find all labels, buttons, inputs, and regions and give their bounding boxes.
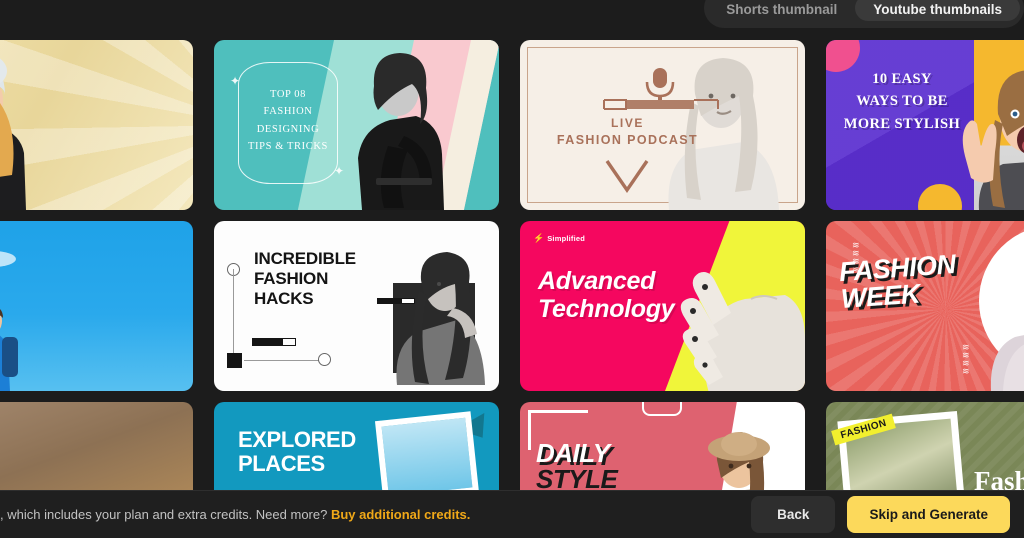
- notch-decoration: [642, 402, 682, 416]
- microphone-icon: [603, 68, 719, 110]
- footer-bar: , which includes your plan and extra cre…: [0, 490, 1024, 538]
- thumbnail-card-incredible-fashion-hacks[interactable]: INCREDIBLE FASHION HACKS: [214, 221, 499, 391]
- model-photo: [990, 335, 1024, 391]
- cloud-shape: [0, 251, 16, 267]
- square-marker: [227, 353, 242, 368]
- tab-shorts-thumbnail[interactable]: Shorts thumbnail: [708, 0, 855, 21]
- app-root: Shorts thumbnail Youtube thumbnails ✦ ✦ …: [0, 0, 1024, 538]
- bar-accent-outline: [282, 338, 296, 346]
- person-photo: [0, 58, 26, 210]
- vertical-line: [233, 269, 234, 359]
- thumbnail-card-sky-hikers[interactable]: [0, 221, 193, 391]
- model-photo: [358, 53, 444, 210]
- robotic-hand-photo: [680, 272, 805, 391]
- card-title: TOP 08 FASHION DESIGNING TIPS & TRICKS: [248, 89, 328, 152]
- skip-and-generate-button[interactable]: Skip and Generate: [847, 496, 1010, 533]
- brand-name: Simplified: [547, 234, 586, 243]
- thumbnail-card-advanced-technology[interactable]: ⚡ Simplified Advanced Technology: [520, 221, 805, 391]
- circle-marker: [318, 353, 331, 366]
- wave-decoration: ≋ ≋ ≋ ≋: [962, 342, 969, 377]
- thumbnail-card-beanie-girl[interactable]: [0, 40, 193, 210]
- card-title-line2: FASHION PODCAST: [556, 133, 699, 147]
- footer-actions: Back Skip and Generate: [751, 496, 1010, 533]
- buy-additional-credits-link[interactable]: Buy additional credits.: [331, 507, 470, 522]
- model-photo: [962, 70, 1024, 210]
- thumbnail-card-10-easy-ways[interactable]: 10 EASY WAYS TO BE MORE STYLISH: [826, 40, 1024, 210]
- credits-notice-text: , which includes your plan and extra cre…: [0, 507, 328, 522]
- horizontal-line: [244, 360, 322, 361]
- simplified-logo: ⚡ Simplified: [533, 233, 585, 244]
- hikers-photo: [0, 309, 18, 391]
- card-title: EXPLORED PLACES: [238, 427, 356, 477]
- thumbnail-grid: ✦ ✦ TOP 08 FASHION DESIGNING TIPS & TRIC…: [0, 40, 1024, 538]
- model-photo: [396, 252, 485, 385]
- thumbnail-card-top-08-fashion[interactable]: ✦ ✦ TOP 08 FASHION DESIGNING TIPS & TRIC…: [214, 40, 499, 210]
- chevron-down-icon: [605, 160, 649, 193]
- card-title: INCREDIBLE FASHION HACKS: [254, 249, 356, 309]
- thumbnail-card-live-fashion-podcast[interactable]: LIVE FASHION PODCAST: [520, 40, 805, 210]
- card-title: Advanced Technology: [538, 267, 675, 323]
- thumbnail-card-fashion-week[interactable]: ≋ ≋ ≋ ≋ ≋ ≋ ≋ ≋ FASHION WEEK: [826, 221, 1024, 391]
- bolt-icon: ⚡: [533, 233, 545, 243]
- credits-notice: , which includes your plan and extra cre…: [0, 507, 470, 522]
- card-title: FASHION WEEK: [838, 249, 957, 314]
- bar-accent: [252, 338, 282, 346]
- back-button[interactable]: Back: [751, 496, 836, 533]
- tab-youtube-thumbnails[interactable]: Youtube thumbnails: [855, 0, 1020, 21]
- thumbnail-type-tabs: Shorts thumbnail Youtube thumbnails: [704, 0, 1024, 28]
- card-title-line1: LIVE: [610, 116, 645, 130]
